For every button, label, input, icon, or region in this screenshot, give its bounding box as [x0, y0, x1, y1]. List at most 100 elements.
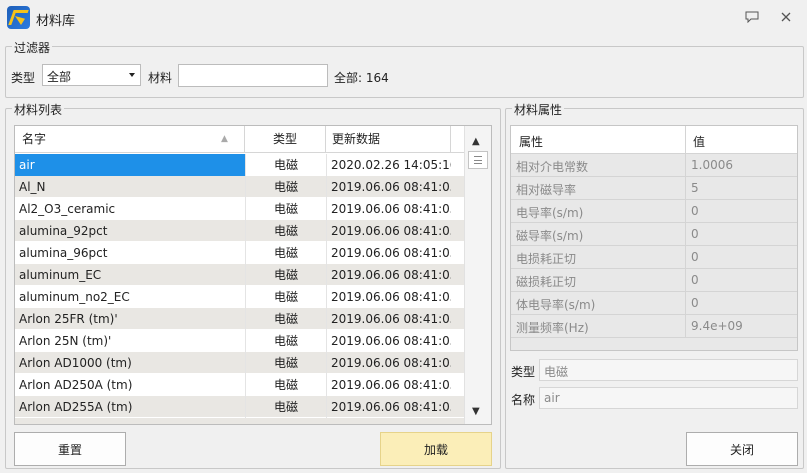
material-date-cell: 2019.06.06 08:41:05 [326, 242, 451, 264]
property-value-cell: 0 [691, 296, 699, 310]
material-type-cell: 电磁 [245, 242, 326, 264]
property-row: 电损耗正切 0 [511, 246, 797, 269]
property-row: 磁损耗正切 0 [511, 269, 797, 292]
material-date-cell: 2019.06.06 08:41:05 [326, 176, 451, 198]
table-row[interactable]: Al2_O3_ceramic 电磁 2019.06.06 08:41:05 [15, 198, 465, 220]
property-row: 测量频率(Hz) 9.4e+09 [511, 315, 797, 338]
property-type-field: 电磁 [539, 359, 798, 381]
material-date-cell: 2019.06.06 08:41:05 [326, 264, 451, 286]
property-name-cell: 磁损耗正切 [516, 275, 577, 289]
table-row[interactable]: Arlon AD255A (tm) 电磁 2019.06.06 08:41:05 [15, 396, 465, 418]
material-date-cell: 2020.02.26 14:05:16 [326, 154, 451, 176]
property-row: 电导率(s/m) 0 [511, 200, 797, 223]
property-type-label: 类型 [511, 365, 536, 379]
property-name-cell: 测量频率(Hz) [516, 321, 589, 335]
property-name-cell: 相对介电常数 [516, 160, 589, 174]
material-name-cell: Arlon AD1000 (tm) [19, 356, 132, 370]
material-type-cell: 电磁 [245, 176, 326, 198]
material-name-cell: Arlon 25FR (tm)' [19, 312, 118, 326]
material-name-cell: aluminum_no2_EC [19, 290, 130, 304]
property-row: 体电导率(s/m) 0 [511, 292, 797, 315]
table-header: 名字 ▲ 类型 更新数据 [15, 126, 465, 153]
material-date-cell: 2019.06.06 08:41:05 [326, 352, 451, 374]
material-date-cell: 2019.06.06 08:41:05 [326, 330, 451, 352]
property-name-cell: 电导率(s/m) [516, 206, 584, 220]
material-label: 材料 [148, 71, 173, 85]
property-name-label: 名称 [511, 393, 536, 407]
material-name-cell: alumina_96pct [19, 246, 108, 260]
property-value-cell: 0 [691, 250, 699, 264]
material-name-cell: air [15, 154, 245, 176]
property-value-cell: 1.0006 [691, 158, 733, 172]
feedback-icon[interactable] [742, 8, 762, 26]
table-row[interactable]: Arlon 25FR (tm)' 电磁 2019.06.06 08:41:05 [15, 308, 465, 330]
window-title: 材料库 [36, 14, 76, 29]
type-select[interactable]: 全部 [42, 64, 141, 86]
material-date-cell: 2019.06.06 08:41:05 [326, 308, 451, 330]
title-bar [0, 0, 807, 36]
material-date-cell: 2019.06.06 08:41:05 [326, 198, 451, 220]
chevron-down-icon [129, 73, 135, 77]
property-value-cell: 0 [691, 227, 699, 241]
filter-legend: 过滤器 [12, 39, 53, 56]
property-value-cell: 0 [691, 273, 699, 287]
table-row[interactable]: Al_N 电磁 2019.06.06 08:41:05 [15, 176, 465, 198]
scroll-up-arrow-icon[interactable]: ▲ [472, 136, 480, 147]
material-search-input[interactable] [178, 64, 328, 87]
material-type-cell: 电磁 [245, 352, 326, 374]
table-row[interactable]: aluminum_EC 电磁 2019.06.06 08:41:05 [15, 264, 465, 286]
material-type-cell: 电磁 [245, 286, 326, 308]
material-table: 名字 ▲ 类型 更新数据 air 电磁 2020.02.26 14:05:16 Al_… [14, 125, 492, 425]
property-name-cell: 磁导率(s/m) [516, 229, 584, 243]
material-name-cell: Arlon AD250A (tm) [19, 378, 133, 392]
column-header-date[interactable]: 更新数据 [326, 126, 451, 153]
material-date-cell: 2019.06.06 08:41:05 [326, 220, 451, 242]
column-header-type[interactable]: 类型 [245, 126, 326, 153]
table-row[interactable]: air 电磁 2020.02.26 14:05:16 [15, 154, 465, 176]
table-row[interactable]: aluminum_no2_EC 电磁 2019.06.06 08:41:05 [15, 286, 465, 308]
material-type-cell: 电磁 [245, 330, 326, 352]
close-icon[interactable] [776, 8, 796, 26]
property-name-cell: 电损耗正切 [516, 252, 577, 266]
scroll-down-arrow-icon[interactable]: ▼ [472, 406, 480, 417]
table-row[interactable]: alumina_96pct 电磁 2019.06.06 08:41:05 [15, 242, 465, 264]
material-type-cell: 电磁 [245, 396, 326, 418]
material-type-cell: 电磁 [245, 264, 326, 286]
material-date-cell: 2019.06.06 08:41:05 [326, 286, 451, 308]
property-name-cell: 相对磁导率 [516, 183, 577, 197]
table-row[interactable]: Arlon AD1000 (tm) 电磁 2019.06.06 08:41:05 [15, 352, 465, 374]
type-label: 类型 [11, 71, 36, 85]
properties-table: 属性 值 相对介电常数 1.0006 相对磁导率 5 电导率(s/m) 0 磁导率(s/m)… [510, 125, 798, 351]
material-list-legend: 材料列表 [12, 101, 65, 118]
table-scrollbar[interactable]: ▲ ▼ [464, 126, 491, 424]
material-type-cell: 电磁 [245, 198, 326, 220]
load-button[interactable]: 加载 [380, 432, 492, 466]
table-row[interactable]: Arlon AD250A (tm) 电磁 2019.06.06 08:41:05 [15, 374, 465, 396]
material-type-cell: 电磁 [245, 220, 326, 242]
material-properties-legend: 材料属性 [512, 101, 565, 118]
property-value-cell: 9.4e+09 [691, 319, 743, 333]
material-name-cell: alumina_92pct [19, 224, 108, 238]
material-name-cell: aluminum_EC [19, 268, 102, 282]
material-type-cell: 电磁 [245, 308, 326, 330]
table-row-partial[interactable] [15, 418, 465, 424]
property-value-cell: 5 [691, 181, 699, 195]
property-row: 相对磁导率 5 [511, 177, 797, 200]
material-name-cell: Al2_O3_ceramic [19, 202, 116, 216]
reset-button[interactable]: 重置 [14, 432, 126, 466]
sort-up-icon: ▲ [221, 134, 228, 144]
material-name-cell: Arlon AD255A (tm) [19, 400, 133, 414]
table-row[interactable]: Arlon 25N (tm)' 电磁 2019.06.06 08:41:05 [15, 330, 465, 352]
material-type-cell: 电磁 [245, 374, 326, 396]
property-name-field: air [539, 387, 798, 409]
table-row[interactable]: alumina_92pct 电磁 2019.06.06 08:41:05 [15, 220, 465, 242]
material-date-cell: 2019.06.06 08:41:05 [326, 374, 451, 396]
material-type-cell: 电磁 [245, 154, 326, 176]
property-row: 磁导率(s/m) 0 [511, 223, 797, 246]
scroll-thumb[interactable] [468, 151, 488, 169]
property-row: 相对介电常数 1.0006 [511, 154, 797, 177]
app-logo-icon [7, 6, 30, 29]
properties-header: 属性 值 [511, 126, 797, 154]
column-header-name[interactable]: 名字 ▲ [15, 126, 245, 153]
close-button[interactable]: 关闭 [686, 432, 798, 466]
